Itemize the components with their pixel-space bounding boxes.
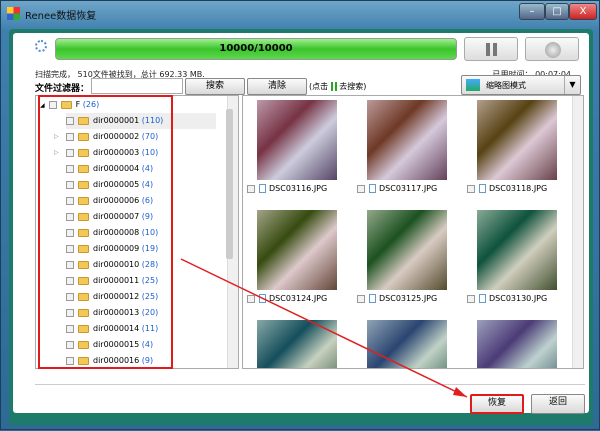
annotation-arrow <box>180 258 468 398</box>
recover-button[interactable]: 恢复 <box>470 394 524 414</box>
back-button[interactable]: 返回 <box>531 394 585 414</box>
app-window: Renee数据恢复 – □ X 10000/10000 扫描完成， 510文件被… <box>0 0 600 430</box>
